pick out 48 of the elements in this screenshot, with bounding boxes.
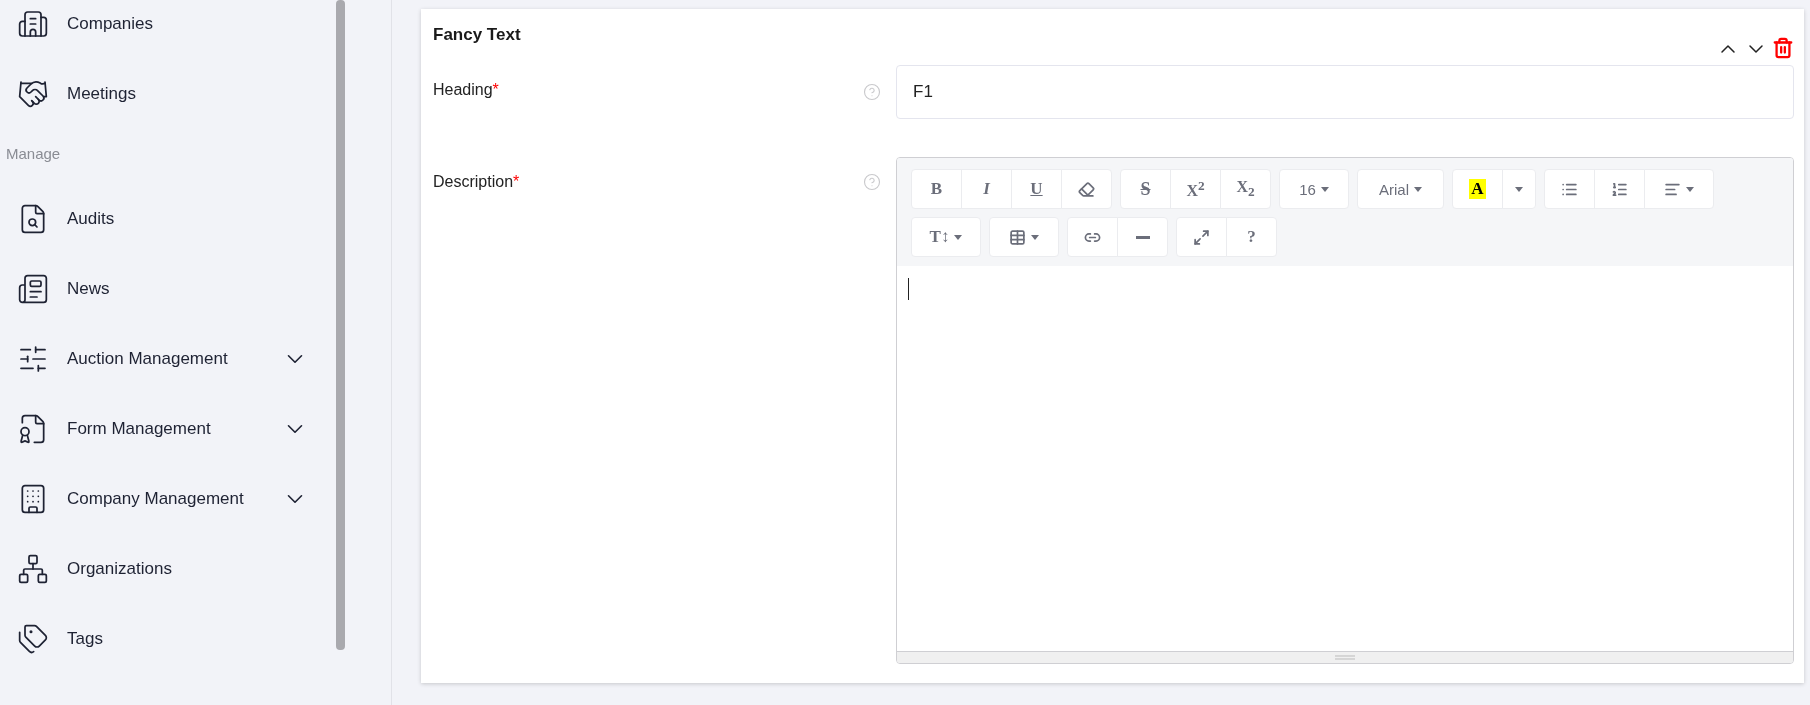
sidebar-item[interactable]: Auction Management — [0, 324, 336, 394]
sidebar-item[interactable]: Company Management — [0, 464, 336, 534]
handshake-icon — [17, 78, 49, 110]
buildings-icon — [17, 8, 49, 40]
field-label: Heading* — [433, 81, 499, 98]
toolbar-button[interactable] — [1117, 217, 1168, 257]
eraser-icon — [1078, 180, 1095, 198]
tags-icon — [17, 623, 49, 655]
hierarchy-icon — [17, 553, 49, 585]
toolbar-button[interactable] — [1644, 169, 1714, 209]
text-cursor — [908, 278, 909, 300]
sidebar-item[interactable]: Organizations — [0, 534, 336, 604]
toolbar-button[interactable]: T↕ — [911, 217, 981, 257]
fullscreen-icon — [1193, 228, 1210, 246]
field-label: Description* — [433, 173, 520, 190]
toolbar-button[interactable] — [1061, 169, 1112, 209]
toolbar-button[interactable] — [1176, 217, 1227, 257]
toolbar-button[interactable] — [1594, 169, 1645, 209]
toolbar-button[interactable]: B — [911, 169, 962, 209]
toolbar-button[interactable] — [1067, 217, 1118, 257]
newspaper-icon — [17, 273, 49, 305]
toolbar-button[interactable]: A — [1452, 169, 1503, 209]
toolbar-button[interactable] — [989, 217, 1059, 257]
table-icon — [1009, 228, 1026, 246]
caret-icon — [1515, 186, 1523, 192]
heading-field[interactable]: F1 — [896, 65, 1794, 119]
sidebar-item[interactable]: Form Management — [0, 394, 336, 464]
sidebar-item[interactable]: Tags — [0, 604, 336, 674]
toolbar-button[interactable]: X$_{2}$ — [1220, 169, 1271, 209]
toolbar-button[interactable]: Arial — [1357, 169, 1444, 209]
toolbar-button[interactable]: I — [961, 169, 1012, 209]
sidebar-item[interactable]: Meetings — [0, 59, 336, 129]
numbered-list-icon — [1611, 180, 1628, 198]
toolbar-button[interactable]: U — [1011, 169, 1062, 209]
toolbar-button[interactable]: X$^{2}$ — [1170, 169, 1221, 209]
section-heading: Manage — [5, 144, 62, 164]
sidebar-item[interactable]: Companies — [0, 0, 336, 59]
toolbar-button[interactable]: S — [1120, 169, 1171, 209]
card-title: Fancy Text — [433, 25, 521, 46]
sidebar-item[interactable]: News — [0, 254, 336, 324]
trash-icon[interactable] — [1772, 37, 1794, 59]
scrollbar[interactable] — [336, 0, 345, 650]
sliders-icon — [17, 343, 49, 375]
toolbar-button[interactable]: 16 — [1279, 169, 1349, 209]
rich-text-editor[interactable]: B I U S X$^{2}$ X$_{2}$ 16 Arial A T↕ ? — [896, 157, 1794, 664]
sidebar-item[interactable]: Audits — [0, 184, 336, 254]
toolbar-button[interactable]: ? — [1226, 217, 1277, 257]
resize-handle[interactable] — [897, 651, 1793, 663]
